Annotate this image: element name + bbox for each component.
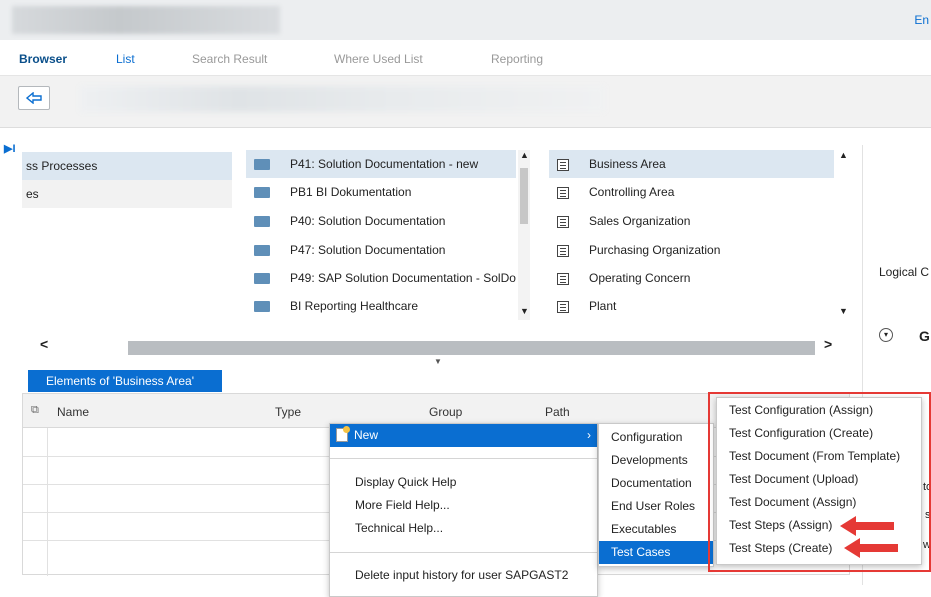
splitter-chevron-icon[interactable]: ▼ — [434, 357, 442, 366]
context-menu: New › Display Quick Help More Field Help… — [329, 423, 598, 597]
list-item[interactable]: P47: Solution Documentation — [246, 236, 516, 264]
red-arrow-icon — [844, 538, 898, 558]
document-list-icon — [557, 158, 569, 171]
menu-item-new[interactable]: New › — [330, 424, 597, 447]
list-item-label: Business Area — [589, 157, 666, 171]
menu-item-configuration[interactable]: Configuration — [599, 426, 713, 449]
folder-icon — [254, 216, 270, 228]
menu-separator — [330, 458, 597, 459]
list-item[interactable]: BI Reporting Healthcare — [246, 292, 516, 320]
menu-item-label: New — [354, 428, 379, 442]
menu-item-field-help[interactable]: More Field Help... — [330, 494, 597, 517]
menu-item-end-user-roles[interactable]: End User Roles — [599, 495, 713, 518]
list-item-label: PB1 BI Dokumentation — [290, 185, 412, 199]
blurred-title — [12, 6, 280, 34]
list-item[interactable]: Controlling Area — [549, 178, 819, 206]
panel-org-units: Business Area Controlling Area Sales Org… — [549, 150, 848, 320]
list-item[interactable]: Sales Organization — [549, 207, 819, 235]
list-item-label: P41: Solution Documentation - new — [290, 157, 479, 171]
tab-search-result[interactable]: Search Result — [192, 52, 267, 66]
folder-icon — [254, 187, 270, 199]
back-button[interactable] — [18, 86, 50, 110]
list-item-label: BI Reporting Healthcare — [290, 299, 419, 313]
expand-panel-icon[interactable]: ▶I — [4, 142, 16, 155]
red-arrow-icon — [840, 516, 894, 536]
list-item[interactable]: Business Area — [549, 150, 834, 178]
list-item[interactable]: ss Processes — [22, 152, 232, 180]
menu-item-documentation[interactable]: Documentation — [599, 472, 713, 495]
panel-solutions: P41: Solution Documentation - new PB1 BI… — [246, 150, 530, 320]
list-item[interactable]: Plant — [549, 292, 819, 320]
tab-list[interactable]: List — [116, 52, 135, 66]
folder-icon — [254, 159, 270, 171]
list-item[interactable]: PB1 BI Dokumentation — [246, 178, 516, 206]
list-item[interactable]: P49: SAP Solution Documentation - SolDoc — [246, 264, 516, 292]
column-header-name[interactable]: Name — [57, 405, 89, 419]
list-item-label: P49: SAP Solution Documentation - SolDoc — [290, 271, 516, 285]
menu-item-developments[interactable]: Developments — [599, 449, 713, 472]
scroll-up-icon[interactable]: ▲ — [839, 150, 848, 160]
list-item-label: Operating Concern — [589, 271, 691, 285]
scroll-right-icon[interactable]: > — [824, 336, 832, 352]
elements-tab[interactable]: Elements of 'Business Area' — [28, 370, 222, 392]
collapse-circle-icon[interactable]: ▾ — [879, 328, 893, 342]
list-item[interactable]: Operating Concern — [549, 264, 819, 292]
column-header-path[interactable]: Path — [545, 405, 570, 419]
folder-icon — [254, 273, 270, 285]
document-list-icon — [557, 244, 569, 257]
list-item[interactable]: Purchasing Organization — [549, 236, 819, 264]
tab-bar: Browser List Search Result Where Used Li… — [0, 40, 931, 76]
menu-item-executables[interactable]: Executables — [599, 518, 713, 541]
toolbar — [0, 76, 931, 128]
menu-item-technical-help[interactable]: Technical Help... — [330, 517, 597, 540]
list-item[interactable]: es — [22, 180, 232, 208]
list-item-label: P40: Solution Documentation — [290, 214, 446, 228]
list-item[interactable]: P41: Solution Documentation - new — [246, 150, 516, 178]
language-link[interactable]: En — [914, 13, 929, 27]
list-item-label: Plant — [589, 299, 617, 313]
menu-item-quick-help[interactable]: Display Quick Help — [330, 471, 597, 494]
scroll-down-icon[interactable]: ▼ — [839, 306, 848, 316]
tab-browser[interactable]: Browser — [19, 52, 67, 66]
list-item[interactable]: P40: Solution Documentation — [246, 207, 516, 235]
document-list-icon — [557, 215, 569, 228]
menu-separator — [330, 552, 597, 553]
chevron-right-icon: › — [587, 428, 591, 442]
panel-processes: ss Processes es — [22, 152, 232, 320]
folder-icon — [254, 301, 270, 313]
back-arrow-icon — [26, 92, 42, 104]
folder-icon — [254, 245, 270, 257]
document-list-icon — [557, 272, 569, 285]
section-glyph: G — [919, 328, 930, 344]
document-list-icon — [557, 186, 569, 199]
scroll-left-icon[interactable]: < — [40, 336, 48, 352]
title-bar: En — [0, 0, 931, 40]
scroll-up-icon[interactable]: ▲ — [520, 150, 529, 160]
scroll-thumb[interactable] — [520, 168, 528, 224]
list-item-label: Sales Organization — [589, 214, 691, 228]
menu-item-test-cases[interactable]: Test Cases — [599, 541, 713, 564]
blurred-path — [80, 86, 605, 112]
new-star-icon — [343, 426, 350, 433]
document-list-icon — [557, 300, 569, 313]
list-item-label: Purchasing Organization — [589, 243, 721, 257]
list-item-label: Controlling Area — [589, 185, 675, 199]
new-document-icon — [336, 426, 350, 442]
logical-component-label: Logical C — [879, 265, 930, 279]
column-divider — [47, 428, 48, 576]
tab-where-used-list[interactable]: Where Used List — [334, 52, 423, 66]
column-header-group[interactable]: Group — [429, 405, 462, 419]
scrollbar[interactable]: ▲ ▼ — [518, 150, 530, 320]
horizontal-scroll-thumb[interactable] — [128, 341, 815, 355]
tab-reporting[interactable]: Reporting — [491, 52, 543, 66]
scroll-down-icon[interactable]: ▼ — [520, 306, 529, 316]
column-header-type[interactable]: Type — [275, 405, 301, 419]
list-item-label: P47: Solution Documentation — [290, 243, 446, 257]
column-settings-icon[interactable]: ⧉ — [31, 404, 39, 417]
submenu-new: Configuration Developments Documentation… — [598, 423, 714, 567]
menu-item-delete-history[interactable]: Delete input history for user SAPGAST2 — [330, 564, 597, 587]
